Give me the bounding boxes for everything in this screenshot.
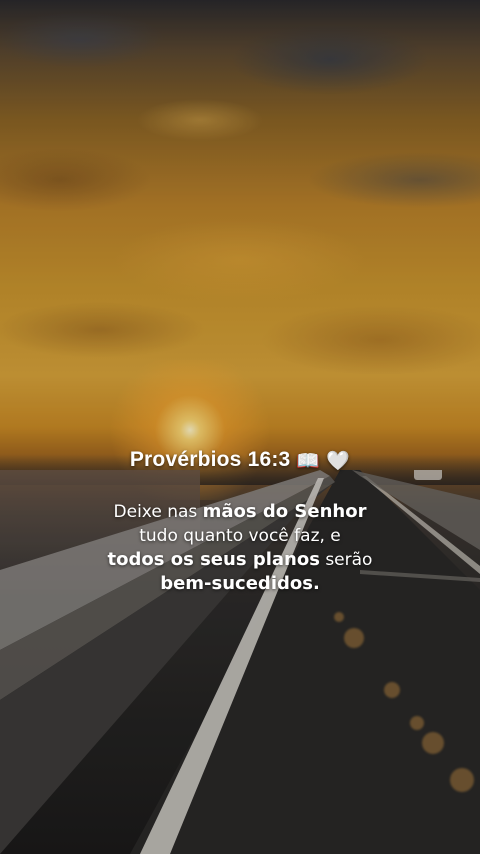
verse-reference-line: Provérbios 16:3 📖 🤍	[130, 448, 350, 472]
verse-line-4-bold: bem-sucedidos.	[160, 573, 320, 594]
background-photo: Provérbios 16:3 📖 🤍 Deixe nas mãos do Sen…	[0, 0, 480, 854]
bokeh-light	[334, 612, 344, 622]
verse-line-1: Deixe nas mãos do Senhor	[0, 500, 480, 524]
white-heart-icon: 🤍	[326, 449, 351, 472]
bokeh-light	[384, 682, 400, 698]
dark-overlay	[0, 0, 480, 854]
verse-line-2: tudo quanto você faz, e	[139, 526, 341, 546]
verse-line-3-plain: serão	[319, 550, 373, 570]
bokeh-light	[344, 628, 364, 648]
verse-reference: Provérbios 16:3	[129, 448, 291, 471]
bokeh-light	[450, 768, 474, 792]
verse-text: Deixe nas mãos do Senhor tudo quanto voc…	[0, 500, 480, 596]
verse-caption: Provérbios 16:3 📖 🤍 Deixe nas mãos do Sen…	[0, 448, 480, 596]
bokeh-light	[422, 732, 444, 754]
verse-line-1-bold: mãos do Senhor	[202, 501, 367, 522]
verse-line-1-plain: Deixe nas	[113, 502, 203, 522]
verse-line-3: todos os seus planos serão	[0, 548, 480, 572]
verse-line-3-bold: todos os seus planos	[107, 549, 320, 570]
verse-line-4: bem-sucedidos.	[0, 572, 480, 596]
open-book-icon: 📖	[296, 449, 321, 472]
bokeh-light	[410, 716, 424, 730]
